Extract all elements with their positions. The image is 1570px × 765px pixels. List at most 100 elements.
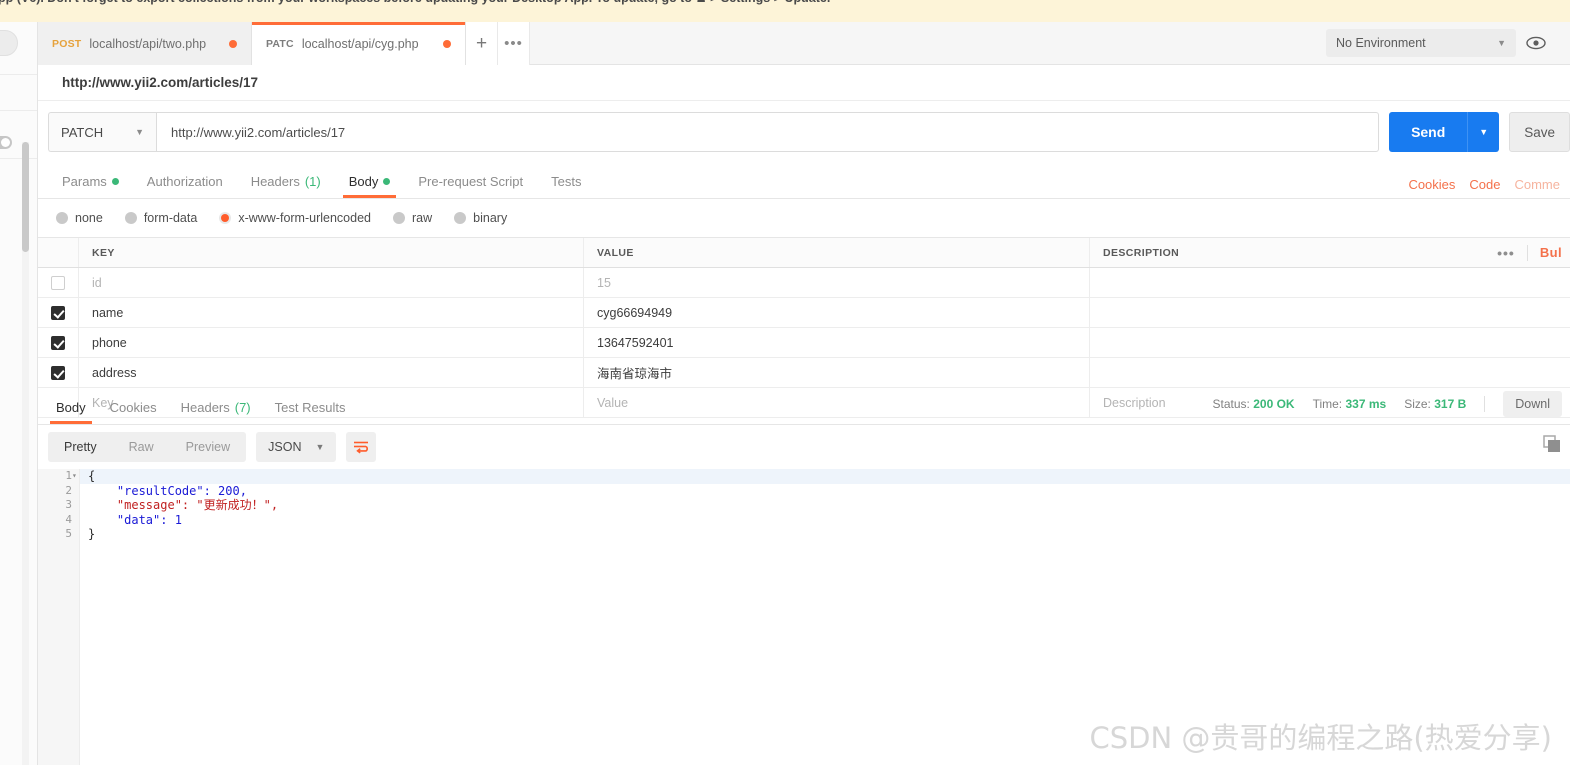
send-button-label: Send — [1411, 124, 1446, 140]
row-value-cell[interactable]: 海南省琼海市 — [584, 358, 1090, 387]
view-mode-raw[interactable]: Raw — [113, 432, 170, 462]
divider — [1526, 244, 1528, 261]
response-tab-cookies[interactable]: Cookies — [98, 390, 169, 424]
tab-body[interactable]: Body — [335, 164, 405, 198]
wrap-lines-icon — [354, 441, 369, 454]
response-tab-headers[interactable]: Headers (7) — [169, 390, 263, 424]
row-key-cell[interactable]: id — [79, 268, 584, 297]
row-value-cell[interactable]: cyg66694949 — [584, 298, 1090, 327]
response-meta: Status: 200 OK Time: 337 ms Size: 317 B … — [1213, 391, 1570, 424]
code-line-text: "data": 1 — [88, 512, 182, 527]
url-input-value: http://www.yii2.com/articles/17 — [171, 124, 346, 140]
code-line: "message": "更新成功！", — [80, 498, 1570, 513]
row-checkbox-cell[interactable] — [38, 298, 79, 327]
view-mode-preview[interactable]: Preview — [170, 432, 246, 462]
row-checkbox-cell[interactable] — [38, 268, 79, 297]
row-checkbox[interactable] — [51, 365, 65, 380]
copy-icon — [1543, 435, 1560, 452]
cookies-link[interactable]: Cookies — [1408, 177, 1455, 192]
list-item[interactable]: m 帮 — [0, 549, 12, 611]
response-tab-test-results[interactable]: Test Results — [263, 390, 358, 424]
send-options-caret-icon[interactable]: ▼ — [1467, 112, 1499, 152]
response-tab-headers-count: (7) — [234, 399, 251, 415]
row-description-cell[interactable] — [1090, 268, 1570, 297]
code-link[interactable]: Code — [1469, 177, 1500, 192]
table-row[interactable]: id 15 — [38, 268, 1570, 298]
main-panel: POST localhost/api/two.php PATC localhos… — [38, 22, 1570, 765]
tab-params[interactable]: Params — [48, 164, 133, 198]
row-checkbox-cell[interactable] — [38, 358, 79, 387]
column-header-key: KEY — [79, 238, 584, 267]
send-button[interactable]: Send ▼ — [1389, 112, 1500, 152]
body-type-raw[interactable]: raw — [393, 211, 432, 225]
list-item-line2: 帮 — [0, 501, 12, 515]
size-label: Size: — [1404, 397, 1431, 411]
column-header-value: VALUE — [584, 238, 1090, 267]
row-checkbox[interactable] — [51, 275, 65, 290]
list-item[interactable]: m 帮 — [0, 239, 12, 301]
method-select[interactable]: PATCH ▼ — [48, 112, 157, 152]
sidebar-toggle[interactable] — [0, 136, 12, 149]
tab-authorization[interactable]: Authorization — [133, 164, 237, 198]
list-item[interactable]: m 帮 — [0, 301, 12, 363]
table-options-icon[interactable]: ••• — [1497, 245, 1515, 261]
table-row[interactable]: phone 13647592401 — [38, 328, 1570, 358]
list-item-line2: 帮 — [0, 563, 12, 577]
body-type-binary[interactable]: binary — [454, 211, 507, 225]
row-key-cell[interactable]: phone — [79, 328, 584, 357]
new-tab-button[interactable]: + — [466, 22, 498, 65]
tab-headers[interactable]: Headers (1) — [237, 164, 335, 198]
table-row[interactable]: name cyg66694949 — [38, 298, 1570, 328]
chevron-down-icon: ▼ — [135, 127, 145, 137]
row-checkbox[interactable] — [51, 335, 65, 350]
environment-select[interactable]: No Environment ▼ — [1326, 29, 1516, 57]
tab-body-label: Body — [348, 173, 379, 189]
bulk-edit-link[interactable]: Bul — [1540, 245, 1562, 260]
row-key-cell[interactable]: name — [79, 298, 584, 327]
size-value: 317 B — [1434, 397, 1467, 411]
row-value-cell[interactable]: 15 — [584, 268, 1090, 297]
download-button[interactable]: Downl — [1503, 391, 1562, 417]
list-item[interactable]: m 帮 — [0, 363, 12, 425]
tab-pre-request-script[interactable]: Pre-request Script — [404, 164, 537, 198]
body-type-form-data[interactable]: form-data — [124, 211, 198, 225]
wrap-lines-button[interactable] — [346, 432, 377, 462]
url-input[interactable]: http://www.yii2.com/articles/17 — [156, 112, 1380, 152]
list-item[interactable]: m 帮 — [0, 177, 12, 239]
row-description-cell[interactable] — [1090, 298, 1570, 327]
row-key-value: name — [92, 305, 124, 320]
format-select[interactable]: JSON ▼ — [256, 432, 337, 462]
row-value-cell[interactable]: 13647592401 — [584, 328, 1090, 357]
update-banner: pp (V6). Don't forget to export collecti… — [0, 0, 1570, 22]
comments-link[interactable]: Comme — [1514, 177, 1560, 192]
tab-tests[interactable]: Tests — [537, 164, 595, 198]
size-group: Size: 317 B — [1404, 397, 1466, 411]
response-body-code[interactable]: 1 2 3 4 5 ▾ { "resultCode": 200, "messag… — [38, 469, 1570, 765]
row-description-cell[interactable] — [1090, 328, 1570, 357]
line-number: 4 — [65, 512, 72, 526]
list-item[interactable]: m 帮 — [0, 425, 12, 487]
list-item[interactable]: m 帮 — [0, 487, 12, 549]
table-row[interactable]: address 海南省琼海市 — [38, 358, 1570, 388]
row-key-cell[interactable]: address — [79, 358, 584, 387]
row-checkbox[interactable] — [51, 305, 65, 320]
body-type-urlencoded[interactable]: x-www-form-urlencoded — [219, 211, 371, 225]
list-item-line1: m — [0, 363, 12, 377]
request-tab-cyg[interactable]: PATC localhost/api/cyg.php — [252, 22, 466, 65]
request-tab-method: POST — [52, 37, 82, 50]
response-tab-body[interactable]: Body — [44, 390, 98, 424]
row-description-cell[interactable] — [1090, 358, 1570, 387]
view-mode-pretty[interactable]: Pretty — [48, 432, 113, 462]
request-tab-two[interactable]: POST localhost/api/two.php — [38, 22, 252, 65]
status-label: Status: — [1212, 397, 1250, 411]
save-button[interactable]: Save — [1509, 112, 1570, 152]
eye-icon[interactable] — [1526, 36, 1546, 50]
sidebar-scrollbar-thumb[interactable] — [22, 142, 29, 252]
tab-options-button[interactable]: ••• — [498, 22, 530, 65]
avatar[interactable] — [0, 30, 18, 56]
row-checkbox-cell[interactable] — [38, 328, 79, 357]
body-type-form-data-label: form-data — [143, 211, 198, 225]
column-header-description-label: DESCRIPTION — [1103, 246, 1180, 259]
copy-button[interactable] — [1543, 435, 1562, 459]
body-type-none[interactable]: none — [56, 211, 103, 225]
